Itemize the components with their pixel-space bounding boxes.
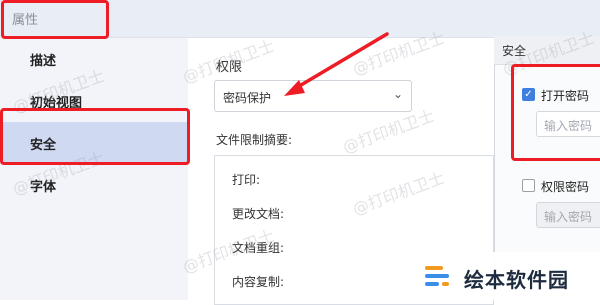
permission-password-label: 权限密码: [541, 180, 590, 194]
sidebar-item-fonts[interactable]: 字体: [0, 164, 188, 206]
permission-select-value: 密码保护: [223, 91, 272, 105]
sidebar-item-initial-view[interactable]: 初始视图: [0, 80, 188, 122]
open-password-label: 打开密码: [541, 89, 590, 103]
logo-mark-icon: [425, 266, 449, 286]
sidebar-item-label: 初始视图: [30, 96, 83, 111]
security-panel-header: 安全: [494, 36, 600, 65]
open-password-input[interactable]: 输入密码: [536, 111, 600, 137]
sidebar: 描述 初始视图 安全 字体: [0, 38, 188, 300]
summary-label: 文件限制摘要:: [216, 133, 293, 147]
sidebar-item-label: 安全: [30, 138, 57, 153]
summary-item-reorganize: 文档重组:: [232, 241, 285, 255]
permission-label: 权限: [216, 60, 243, 75]
open-password-checkbox[interactable]: ✓: [522, 88, 535, 101]
sidebar-item-label: 字体: [30, 180, 57, 195]
summary-item-print: 打印:: [232, 173, 261, 187]
logo: 绘本软件园: [414, 252, 600, 300]
summary-item-copy: 内容复制:: [232, 275, 285, 289]
window-titlebar: 属性: [0, 0, 600, 38]
permission-select[interactable]: 密码保护 ⌄: [214, 80, 412, 112]
permission-password-input[interactable]: 输入密码: [536, 202, 600, 228]
sidebar-item-label: 描述: [30, 54, 57, 69]
permission-password-placeholder: 输入密码: [544, 210, 593, 224]
sidebar-item-description[interactable]: 描述: [0, 38, 188, 80]
checkmark-icon: ✓: [524, 89, 533, 100]
permission-password-checkbox[interactable]: [522, 179, 535, 192]
summary-item-change-doc: 更改文档:: [232, 207, 285, 221]
logo-text: 绘本软件园: [464, 268, 569, 292]
open-password-placeholder: 输入密码: [544, 119, 593, 133]
sidebar-item-security[interactable]: 安全: [0, 122, 188, 164]
window-title: 属性: [12, 13, 39, 28]
security-panel-title: 安全: [502, 44, 527, 58]
chevron-down-icon: ⌄: [392, 87, 403, 101]
